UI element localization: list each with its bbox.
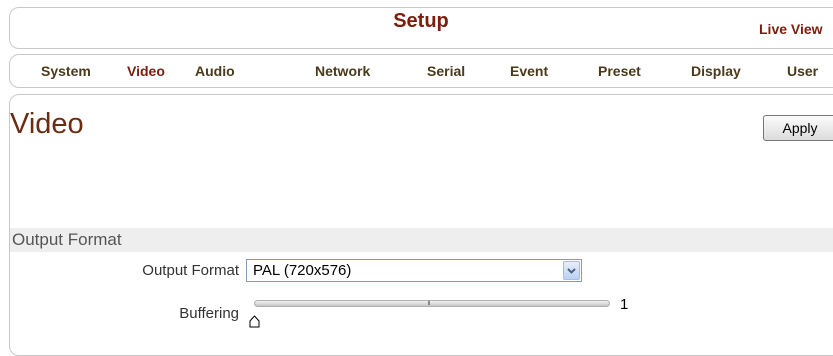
tab-audio[interactable]: Audio <box>195 63 235 79</box>
section-title-output-format: Output Format <box>12 230 122 249</box>
section-header-bar <box>10 228 833 252</box>
tab-display[interactable]: Display <box>691 63 741 79</box>
page-title: Video <box>10 108 84 140</box>
tab-network[interactable]: Network <box>315 63 370 79</box>
tab-event[interactable]: Event <box>510 63 548 79</box>
output-format-select[interactable]: PAL (720x576) <box>246 259 582 282</box>
output-format-value: PAL (720x576) <box>253 262 352 279</box>
slider-tick-mark <box>428 301 430 305</box>
page-header-title: Setup <box>393 10 449 32</box>
buffering-value: 1 <box>620 296 629 313</box>
chevron-down-icon[interactable] <box>563 261 580 280</box>
buffering-slider-track[interactable] <box>254 300 610 307</box>
apply-button[interactable]: Apply <box>763 115 833 141</box>
tab-video[interactable]: Video <box>127 63 165 79</box>
tab-serial[interactable]: Serial <box>427 63 465 79</box>
tab-bar: System Video Audio Network Serial Event … <box>9 54 833 88</box>
tab-user[interactable]: User <box>787 63 818 79</box>
buffering-label: Buffering <box>179 305 239 322</box>
tab-system[interactable]: System <box>41 63 91 79</box>
slider-thumb-icon[interactable] <box>249 315 260 333</box>
tab-preset[interactable]: Preset <box>598 63 641 79</box>
live-view-link[interactable]: Live View <box>759 21 823 37</box>
output-format-label: Output Format <box>142 262 239 279</box>
